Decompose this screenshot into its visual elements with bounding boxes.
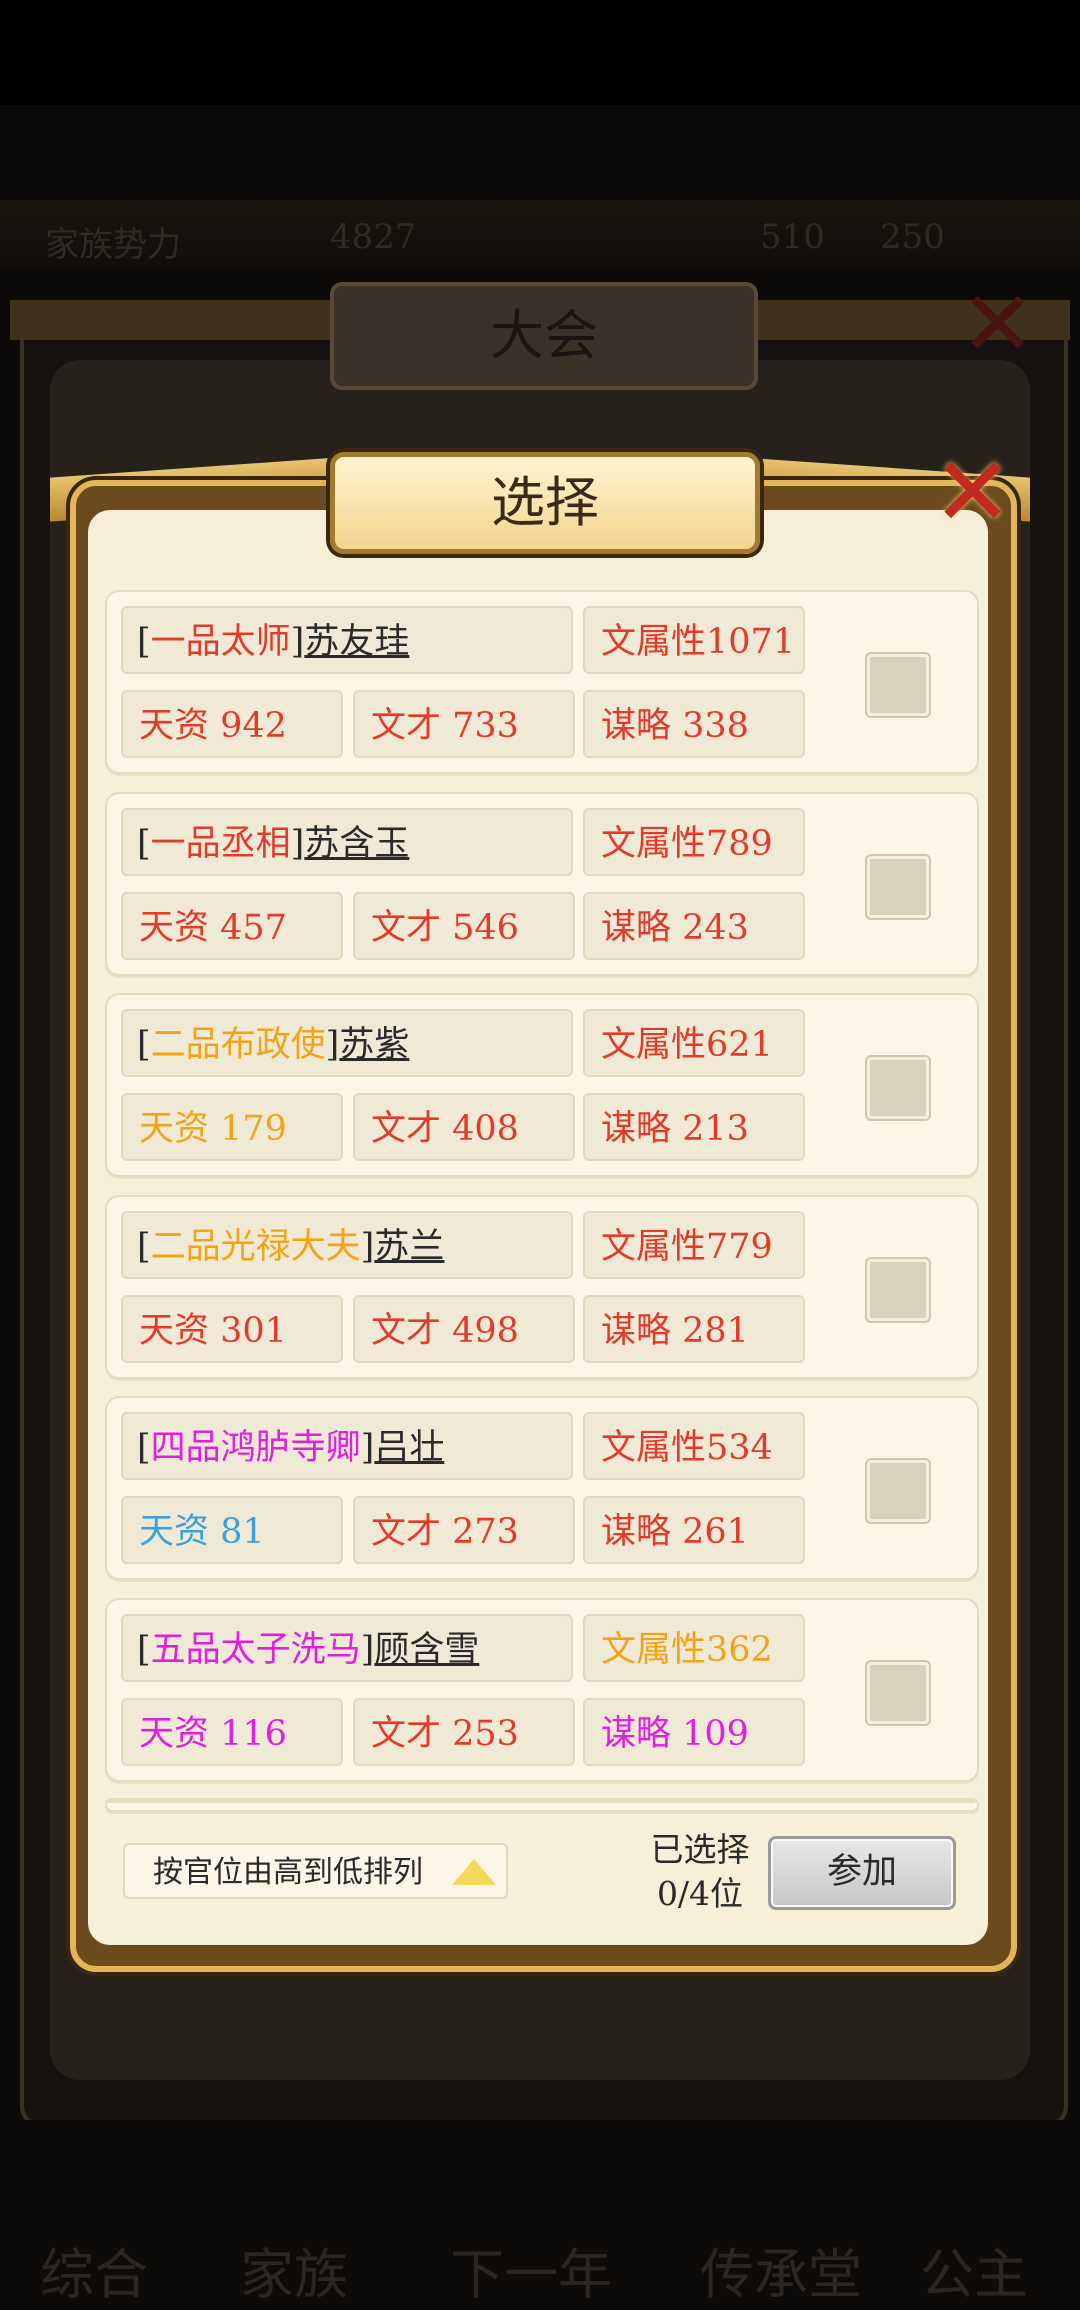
selected-label: 已选择 (650, 1830, 750, 1869)
person-name: 苏友珪 (304, 622, 410, 662)
talent-stat: 天资 81 (121, 1496, 343, 1564)
rank-name-cell: [四品鸿胪寺卿]吕壮 (121, 1412, 573, 1480)
select-checkbox[interactable] (865, 1458, 931, 1524)
strategy-stat: 谋略 338 (583, 690, 805, 758)
literary-attribute: 文属性534 (583, 1412, 805, 1480)
status-bar: 家族势力 4827 510 250 (0, 205, 1080, 275)
join-button[interactable]: 参加 (768, 1836, 956, 1910)
selected-counter: 已选择 0/4位 (640, 1828, 760, 1916)
select-checkbox[interactable] (865, 854, 931, 920)
select-checkbox[interactable] (865, 1257, 931, 1323)
close-icon[interactable]: ✕ (925, 444, 1020, 540)
bracket-open: [ (137, 824, 151, 864)
bracket-open: [ (137, 1025, 151, 1065)
selected-count: 0/4位 (656, 1874, 744, 1913)
literary-attribute: 文属性779 (583, 1211, 805, 1279)
person-name: 苏含玉 (304, 824, 410, 864)
status-right-2: 250 (880, 217, 945, 257)
literary-talent-stat: 文才 733 (353, 690, 575, 758)
strategy-stat: 谋略 243 (583, 892, 805, 960)
status-right-1: 510 (760, 217, 825, 257)
talent-stat: 天资 301 (121, 1295, 343, 1363)
literary-attribute: 文属性789 (583, 808, 805, 876)
candidate-card[interactable]: [四品鸿胪寺卿]吕壮 文属性534 天资 81 文才 273 谋略 261 (105, 1396, 979, 1580)
bottom-tab-0: 综合 (40, 2243, 148, 2306)
literary-talent-stat: 文才 498 (353, 1295, 575, 1363)
literary-attribute: 文属性1071 (583, 606, 805, 674)
footer-divider (105, 1800, 975, 1803)
literary-attribute: 文属性621 (583, 1009, 805, 1077)
rank-name-cell: [五品太子洗马]顾含雪 (121, 1614, 573, 1682)
status-left-label: 家族势力 (45, 225, 181, 265)
person-name: 苏兰 (374, 1227, 445, 1267)
rank-name-cell: [二品布政使]苏紫 (121, 1009, 573, 1077)
sort-dropdown[interactable]: 按官位由高到低排列 (123, 1843, 508, 1899)
background-close-icon: ✕ (960, 272, 1036, 377)
top-black-bar (0, 0, 1080, 105)
select-checkbox[interactable] (865, 1660, 931, 1726)
rank-name-cell: [一品太师]苏友珪 (121, 606, 573, 674)
talent-stat: 天资 457 (121, 892, 343, 960)
literary-talent-stat: 文才 273 (353, 1496, 575, 1564)
rank-title: 四品鸿胪寺卿 (150, 1428, 361, 1468)
bracket-close: ] (360, 1428, 375, 1468)
rank-title: 五品太子洗马 (150, 1630, 361, 1670)
candidate-card[interactable]: [五品太子洗马]顾含雪 文属性362 天资 116 文才 253 谋略 109 (105, 1598, 979, 1782)
bracket-open: [ (137, 1227, 151, 1267)
background-panel-title: 大会 (330, 282, 758, 390)
talent-stat: 天资 116 (121, 1698, 343, 1766)
talent-stat: 天资 942 (121, 690, 343, 758)
background-title-wing-left (10, 300, 330, 340)
bracket-close: ] (290, 622, 305, 662)
triangle-up-icon (452, 1859, 496, 1885)
strategy-stat: 谋略 281 (583, 1295, 805, 1363)
status-value: 4827 (330, 217, 417, 257)
bracket-close: ] (325, 1025, 340, 1065)
candidate-card[interactable]: [一品丞相]苏含玉 文属性789 天资 457 文才 546 谋略 243 (105, 792, 979, 976)
literary-talent-stat: 文才 546 (353, 892, 575, 960)
bottom-nav-background: 综合 家族 下一年 传承堂 公主 (0, 2120, 1080, 2310)
rank-title: 二品光禄大夫 (150, 1227, 361, 1267)
rank-title: 二品布政使 (150, 1025, 326, 1065)
select-checkbox[interactable] (865, 1055, 931, 1121)
strategy-stat: 谋略 109 (583, 1698, 805, 1766)
person-name: 顾含雪 (374, 1630, 480, 1670)
strategy-stat: 谋略 213 (583, 1093, 805, 1161)
bottom-tab-4: 公主 (920, 2243, 1028, 2306)
candidate-card[interactable]: [一品太师]苏友珪 文属性1071 天资 942 文才 733 谋略 338 (105, 590, 979, 774)
rank-title: 一品丞相 (150, 824, 291, 864)
candidate-card[interactable]: [二品布政使]苏紫 文属性621 天资 179 文才 408 谋略 213 (105, 993, 979, 1177)
person-name: 苏紫 (339, 1025, 410, 1065)
literary-talent-stat: 文才 253 (353, 1698, 575, 1766)
bracket-open: [ (137, 1630, 151, 1670)
literary-talent-stat: 文才 408 (353, 1093, 575, 1161)
bottom-tab-1: 家族 (240, 2243, 348, 2306)
candidate-card[interactable]: [二品光禄大夫]苏兰 文属性779 天资 301 文才 498 谋略 281 (105, 1195, 979, 1379)
bracket-open: [ (137, 622, 151, 662)
bracket-close: ] (290, 824, 305, 864)
bracket-close: ] (360, 1227, 375, 1267)
strategy-stat: 谋略 261 (583, 1496, 805, 1564)
rank-name-cell: [二品光禄大夫]苏兰 (121, 1211, 573, 1279)
select-checkbox[interactable] (865, 652, 931, 718)
dialog-title: 选择 (330, 452, 760, 554)
sort-label: 按官位由高到低排列 (153, 1855, 423, 1890)
bottom-tab-2: 下一年 (450, 2243, 612, 2306)
bracket-close: ] (360, 1630, 375, 1670)
rank-name-cell: [一品丞相]苏含玉 (121, 808, 573, 876)
person-name: 吕壮 (374, 1428, 445, 1468)
talent-stat: 天资 179 (121, 1093, 343, 1161)
bracket-open: [ (137, 1428, 151, 1468)
rank-title: 一品太师 (150, 622, 291, 662)
bottom-tab-3: 传承堂 (700, 2243, 862, 2306)
literary-attribute: 文属性362 (583, 1614, 805, 1682)
